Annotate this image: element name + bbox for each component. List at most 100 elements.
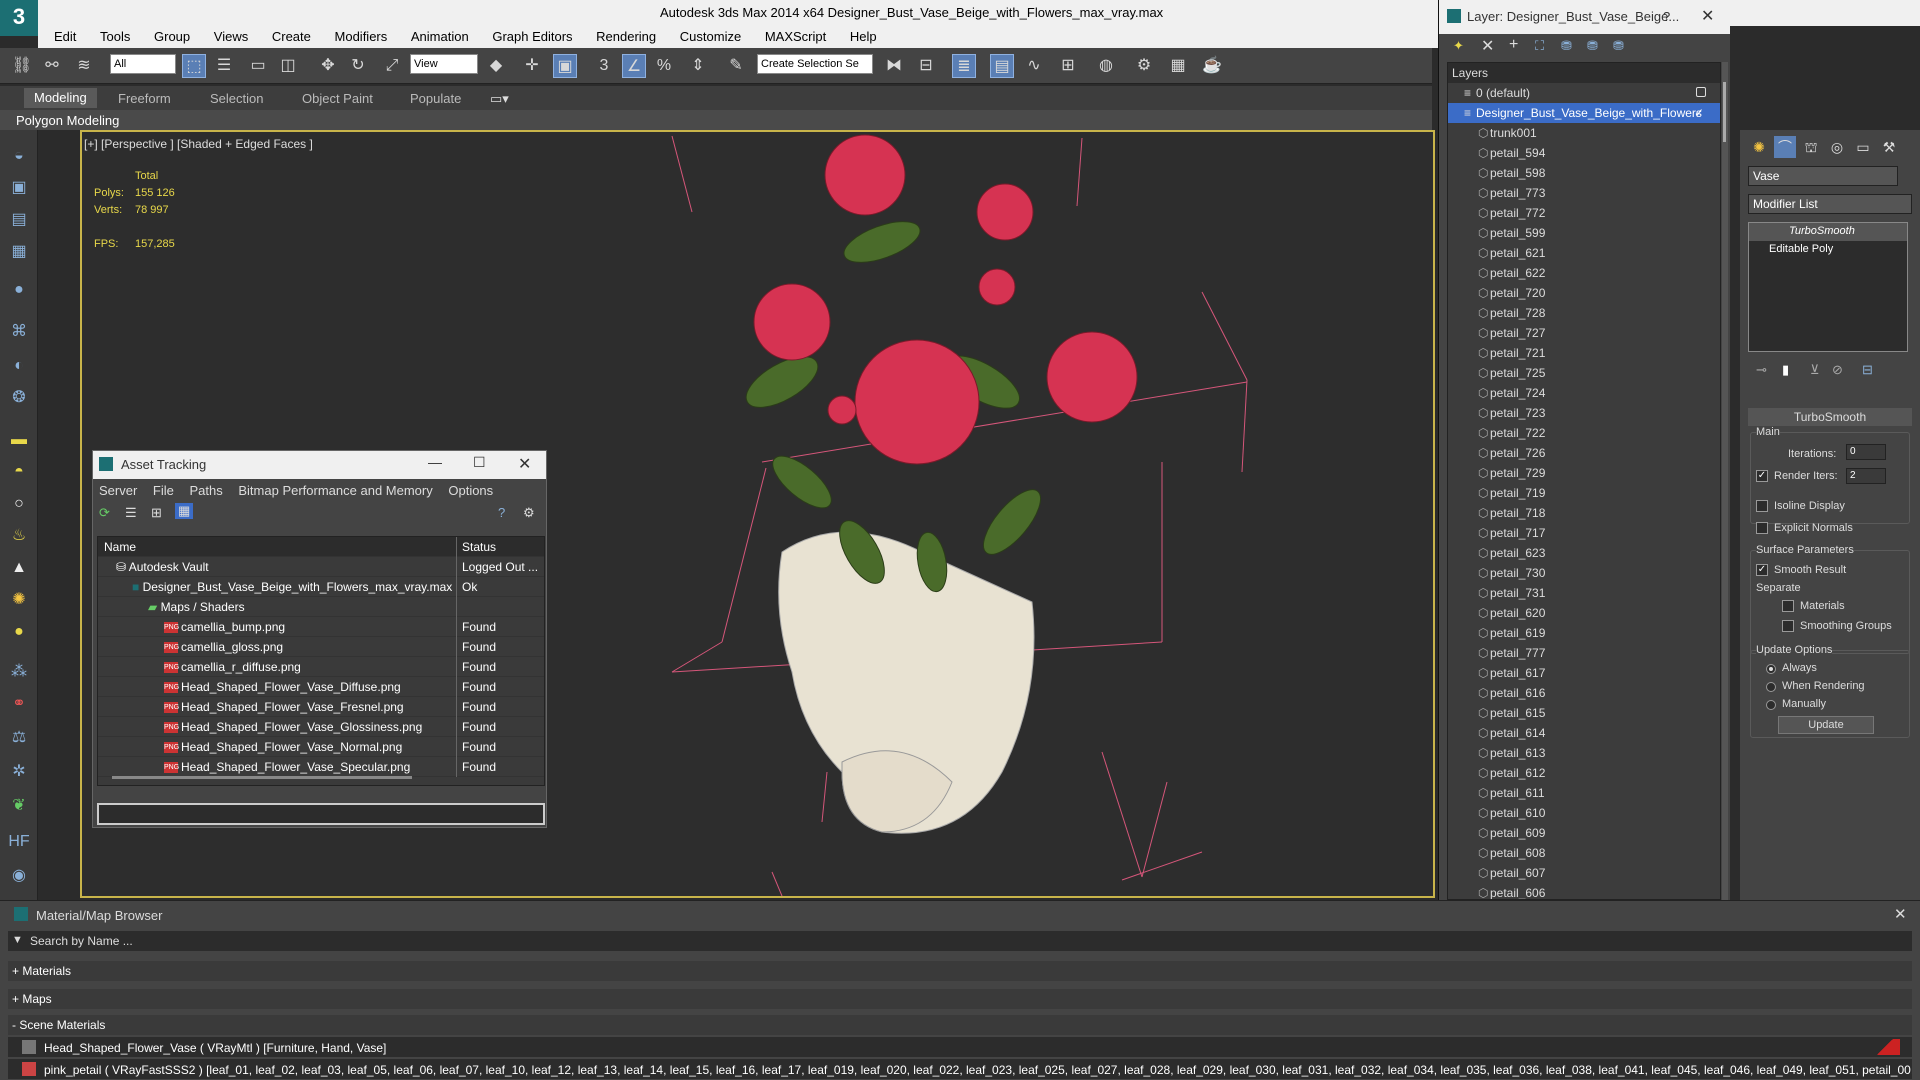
- layer-object-row[interactable]: ⬡ petail_610: [1448, 803, 1720, 823]
- table-row[interactable]: PNG camellia_r_diffuse.png Found: [98, 657, 544, 677]
- globe-icon[interactable]: ◉: [7, 864, 31, 888]
- rendered-frame-window-icon[interactable]: ▦: [1166, 54, 1190, 78]
- tab-modeling[interactable]: Modeling: [24, 88, 97, 108]
- smooth-result-checkbox[interactable]: ✓: [1756, 564, 1768, 576]
- material-sphere-icon[interactable]: ●: [7, 278, 31, 302]
- render-icon[interactable]: ▣: [7, 176, 31, 200]
- layer-object-row[interactable]: ⬡ petail_728: [1448, 303, 1720, 323]
- select-object-icon[interactable]: ⬚: [182, 54, 206, 78]
- layer-object-row[interactable]: ⬡ trunk001: [1448, 123, 1720, 143]
- unlink-icon[interactable]: ⚯: [40, 54, 64, 78]
- show-end-result-icon[interactable]: ▮: [1782, 362, 1789, 378]
- add-to-layer-icon[interactable]: +: [1509, 36, 1518, 54]
- gear-icon[interactable]: ✲: [7, 760, 31, 784]
- reference-coordinate-dropdown[interactable]: View: [410, 54, 478, 74]
- hide-all-icon[interactable]: ⛃: [1587, 38, 1598, 54]
- named-selection-set-field[interactable]: Create Selection Se: [757, 54, 873, 74]
- table-row[interactable]: PNG Head_Shaped_Flower_Vase_Normal.png Fou…: [98, 737, 544, 757]
- keyboard-shortcut-toggle-icon[interactable]: ▣: [553, 54, 577, 78]
- update-always-radio[interactable]: [1766, 664, 1776, 674]
- maps-section[interactable]: + Maps: [8, 989, 1912, 1009]
- thumbnail-view-icon[interactable]: ⊞: [151, 505, 162, 521]
- helper-icon[interactable]: ◐: [7, 354, 31, 378]
- iterations-spinner[interactable]: 0: [1846, 444, 1886, 460]
- menu-rendering[interactable]: Rendering: [586, 26, 666, 44]
- box-icon[interactable]: ▬: [7, 428, 31, 452]
- current-layer-checkbox[interactable]: [1696, 87, 1706, 97]
- table-row[interactable]: ▰ Maps / Shaders: [98, 597, 544, 617]
- layer-object-row[interactable]: ⬡ petail_772: [1448, 203, 1720, 223]
- bones-icon[interactable]: ⚭: [7, 692, 31, 716]
- layer-object-row[interactable]: ⬡ petail_729: [1448, 463, 1720, 483]
- stack-item-turbosmooth[interactable]: TurboSmooth: [1749, 223, 1907, 241]
- script-icon[interactable]: ▤: [7, 208, 31, 232]
- hemisphere-icon[interactable]: ◓: [7, 460, 31, 484]
- table-row[interactable]: PNG Head_Shaped_Flower_Vase_Diffuse.png Fo…: [98, 677, 544, 697]
- ball-icon[interactable]: ●: [7, 620, 31, 644]
- spinner-snap-icon[interactable]: ⇕: [686, 54, 710, 78]
- edit-named-selection-icon[interactable]: ✎: [724, 54, 748, 78]
- menu-modifiers[interactable]: Modifiers: [325, 26, 398, 44]
- layer-object-row[interactable]: ⬡ petail_620: [1448, 603, 1720, 623]
- table-row[interactable]: ⛁ Autodesk Vault Logged Out ...: [98, 557, 544, 577]
- utilities-tab-icon[interactable]: ⚒: [1878, 136, 1900, 158]
- motion-tab-icon[interactable]: ◎: [1826, 136, 1848, 158]
- window-crossing-icon[interactable]: ◫: [276, 54, 300, 78]
- particles-icon[interactable]: ❂: [7, 386, 31, 410]
- selection-filter-dropdown[interactable]: All: [110, 54, 176, 74]
- layer-object-row[interactable]: ⬡ petail_615: [1448, 703, 1720, 723]
- layer-object-row[interactable]: ⬡ petail_720: [1448, 283, 1720, 303]
- settings-icon[interactable]: ⚙: [523, 505, 535, 521]
- layer-object-row[interactable]: ⬡ petail_611: [1448, 783, 1720, 803]
- menu-file[interactable]: File: [147, 479, 180, 498]
- object-name-field[interactable]: Vase: [1748, 166, 1898, 186]
- layer-object-row[interactable]: ⬡ petail_608: [1448, 843, 1720, 863]
- layer-object-row[interactable]: ⬡ petail_719: [1448, 483, 1720, 503]
- layer-object-row[interactable]: ⬡ petail_622: [1448, 263, 1720, 283]
- layer-object-row[interactable]: ⬡ petail_623: [1448, 543, 1720, 563]
- highlight-layer-icon[interactable]: ⛃: [1561, 38, 1572, 54]
- render-iters-checkbox[interactable]: ✓: [1756, 470, 1768, 482]
- scene-materials-section[interactable]: - Scene Materials: [8, 1015, 1912, 1035]
- path-field[interactable]: [97, 803, 545, 825]
- rotate-icon[interactable]: ↻: [346, 54, 370, 78]
- vertical-scrollbar[interactable]: [1722, 62, 1728, 900]
- align-icon[interactable]: ⊟: [914, 54, 938, 78]
- angle-snap-icon[interactable]: ∠: [622, 54, 646, 78]
- remove-modifier-icon[interactable]: ⊘: [1832, 362, 1843, 378]
- stack-item-editable-poly[interactable]: Editable Poly: [1749, 241, 1907, 259]
- search-input[interactable]: Search by Name ...: [30, 934, 133, 948]
- material-editor-icon[interactable]: ◍: [1094, 54, 1118, 78]
- menu-group[interactable]: Group: [144, 26, 200, 44]
- camera-icon[interactable]: ⌘: [7, 320, 31, 344]
- layer-object-row[interactable]: ⬡ petail_726: [1448, 443, 1720, 463]
- menu-bitmap-performance[interactable]: Bitmap Performance and Memory: [232, 479, 438, 498]
- update-manually-radio[interactable]: [1766, 700, 1776, 710]
- layer-object-row[interactable]: ⬡ petail_607: [1448, 863, 1720, 883]
- tab-populate[interactable]: Populate: [410, 91, 461, 106]
- close-icon[interactable]: ✕: [1701, 6, 1714, 26]
- layer-object-row[interactable]: ⬡ petail_616: [1448, 683, 1720, 703]
- layer-object-row[interactable]: ⬡ petail_609: [1448, 823, 1720, 843]
- curve-editor-icon[interactable]: ∿: [1022, 54, 1046, 78]
- separate-materials-checkbox[interactable]: [1782, 600, 1794, 612]
- layer-object-row[interactable]: ⬡ petail_613: [1448, 743, 1720, 763]
- schematic-view-icon[interactable]: ⊞: [1056, 54, 1080, 78]
- layer-object-row[interactable]: ⬡ petail_725: [1448, 363, 1720, 383]
- close-icon[interactable]: ✕: [1894, 905, 1907, 923]
- modify-tab-icon[interactable]: ⌒: [1774, 136, 1796, 158]
- layer-object-row[interactable]: ⬡ petail_727: [1448, 323, 1720, 343]
- checkmark-icon[interactable]: ✓: [1694, 106, 1704, 120]
- tab-freeform[interactable]: Freeform: [118, 91, 171, 106]
- list-item[interactable]: pink_petail ( VRayFastSSS2 ) [leaf_01, l…: [8, 1059, 1912, 1079]
- maximize-icon[interactable]: ☐: [473, 454, 486, 471]
- select-by-name-icon[interactable]: ☰: [212, 54, 236, 78]
- pin-stack-icon[interactable]: ⊸: [1756, 362, 1767, 378]
- update-when-rendering-radio[interactable]: [1766, 682, 1776, 692]
- layer-object-row[interactable]: ⬡ petail_717: [1448, 523, 1720, 543]
- render-setup-icon[interactable]: ⚙: [1132, 54, 1156, 78]
- create-layer-icon[interactable]: ✦: [1453, 38, 1464, 54]
- help-button[interactable]: ?: [1663, 9, 1670, 24]
- display-tab-icon[interactable]: ▭: [1852, 136, 1874, 158]
- help-icon[interactable]: ?: [498, 505, 505, 520]
